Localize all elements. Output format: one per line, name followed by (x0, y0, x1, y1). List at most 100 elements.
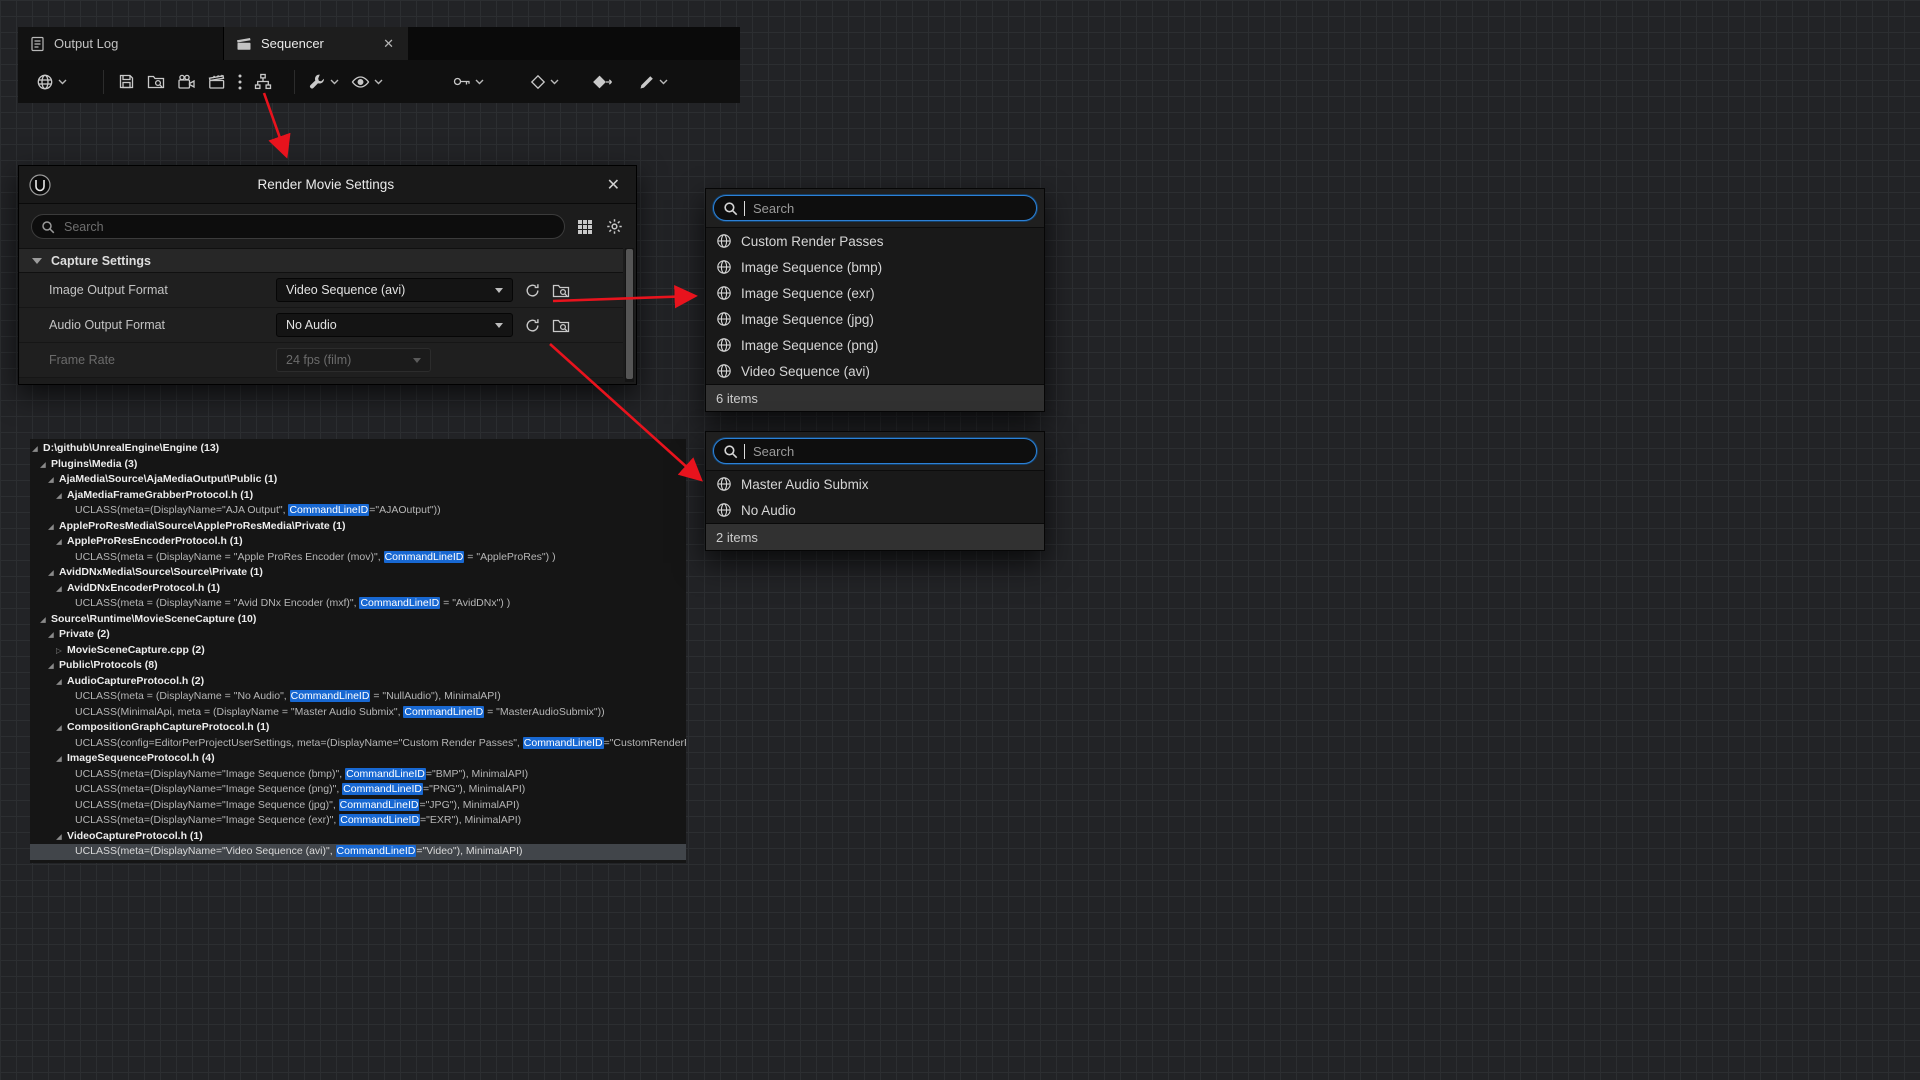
expander-arrow-icon[interactable]: ◢ (32, 441, 43, 457)
search-result-code-line[interactable]: UCLASS(meta=(DisplayName="AJA Output", C… (30, 503, 686, 519)
expander-arrow-icon[interactable]: ◢ (48, 627, 59, 643)
search-result-node[interactable]: ◢CompositionGraphCaptureProtocol.h (1) (30, 720, 686, 736)
expander-arrow-icon[interactable]: ◢ (56, 581, 67, 597)
search-result-code-line[interactable]: UCLASS(meta = (DisplayName = "Avid DNx E… (30, 596, 686, 612)
search-result-node[interactable]: ◢AjaMedia\Source\AjaMediaOutput\Public (… (30, 472, 686, 488)
keying-options-button[interactable] (447, 70, 490, 93)
scrollbar-thumb[interactable] (626, 249, 633, 379)
expander-arrow-icon[interactable]: ◢ (56, 751, 67, 767)
dropdown-option[interactable]: No Audio (706, 497, 1044, 523)
settings-gear-button[interactable] (605, 217, 624, 236)
close-tab-icon[interactable]: ✕ (381, 36, 396, 52)
outliner-button[interactable] (248, 68, 278, 95)
dropdown-option[interactable]: Master Audio Submix (706, 471, 1044, 497)
world-selector-button[interactable] (30, 68, 73, 96)
search-result-code-line[interactable]: UCLASS(MinimalApi, meta = (DisplayName =… (30, 705, 686, 721)
create-camera-button[interactable] (171, 69, 202, 95)
expander-arrow-icon[interactable]: ◢ (48, 472, 59, 488)
search-result-code-line[interactable]: UCLASS(meta = (DisplayName = "Apple ProR… (30, 550, 686, 566)
expander-arrow-icon[interactable]: ◢ (48, 519, 59, 535)
find-in-content-browser-button[interactable] (141, 68, 171, 95)
search-result-node[interactable]: ◢Public\Protocols (8) (30, 658, 686, 674)
search-result-node[interactable]: ◢D:\github\UnrealEngine\Engine (13) (30, 441, 686, 457)
render-movie-button[interactable] (202, 69, 232, 95)
popup-search-input[interactable] (751, 443, 1027, 460)
unreal-logo-icon (29, 174, 51, 196)
settings-button[interactable] (303, 68, 345, 95)
search-result-node[interactable]: ◢ImageSequenceProtocol.h (4) (30, 751, 686, 767)
autokey-options-button[interactable] (524, 69, 565, 95)
search-result-node[interactable]: ◢Plugins\Media (3) (30, 457, 686, 473)
use-selected-asset-button[interactable] (524, 282, 541, 299)
search-result-node[interactable]: ▷MovieSceneCapture.cpp (2) (30, 643, 686, 659)
code-text: ="CustomRenderPasses"), MinimalAPI) (604, 737, 686, 749)
search-result-node[interactable]: ◢Private (2) (30, 627, 686, 643)
search-result-code-line[interactable]: UCLASS(meta=(DisplayName="Image Sequence… (30, 813, 686, 829)
settings-search-field[interactable] (31, 214, 565, 239)
popup-search-row (706, 189, 1044, 228)
capture-settings-section-header[interactable]: Capture Settings (19, 248, 623, 273)
use-selected-asset-button[interactable] (524, 317, 541, 334)
view-options-button[interactable] (345, 70, 389, 94)
expander-arrow-icon[interactable]: ◢ (56, 720, 67, 736)
popup-search-field[interactable] (713, 195, 1037, 221)
expander-arrow-icon[interactable]: ◢ (56, 674, 67, 690)
search-result-node[interactable]: ◢VideoCaptureProtocol.h (1) (30, 829, 686, 845)
search-result-node[interactable]: ◢AudioCaptureProtocol.h (2) (30, 674, 686, 690)
search-result-code-line[interactable]: UCLASS(meta=(DisplayName="Image Sequence… (30, 798, 686, 814)
edit-options-button[interactable] (633, 69, 674, 95)
node-label: AjaMediaFrameGrabberProtocol.h (1) (67, 489, 253, 501)
key-interpolation-button[interactable] (587, 69, 619, 95)
dropdown-option[interactable]: Video Sequence (avi) (706, 358, 1044, 384)
dropdown-value: Video Sequence (avi) (286, 283, 405, 297)
expander-arrow-icon[interactable]: ▷ (56, 643, 67, 659)
expander-arrow-icon[interactable]: ◢ (40, 457, 51, 473)
popup-search-field[interactable] (713, 438, 1037, 464)
search-result-code-line[interactable]: UCLASS(meta = (DisplayName = "No Audio",… (30, 689, 686, 705)
expander-arrow-icon[interactable]: ◢ (40, 612, 51, 628)
search-input[interactable] (62, 219, 555, 235)
search-result-node[interactable]: ◢AjaMediaFrameGrabberProtocol.h (1) (30, 488, 686, 504)
search-result-node[interactable]: ◢AvidDNxMedia\Source\Source\Private (1) (30, 565, 686, 581)
browse-asset-button[interactable] (552, 317, 570, 334)
dropdown-option[interactable]: Image Sequence (png) (706, 332, 1044, 358)
search-result-node[interactable]: ◢Source\Runtime\MovieSceneCapture (10) (30, 612, 686, 628)
browse-asset-button[interactable] (552, 282, 570, 299)
save-button[interactable] (112, 68, 141, 95)
search-result-code-line[interactable]: UCLASS(config=EditorPerProjectUserSettin… (30, 736, 686, 752)
pencil-icon (639, 74, 655, 90)
expander-arrow-icon[interactable]: ◢ (48, 658, 59, 674)
dropdown-option[interactable]: Image Sequence (exr) (706, 280, 1044, 306)
expander-arrow-icon[interactable]: ◢ (56, 534, 67, 550)
expander-arrow-icon[interactable]: ◢ (56, 829, 67, 845)
search-result-code-line[interactable]: UCLASS(meta=(DisplayName="Video Sequence… (30, 844, 686, 860)
search-result-node[interactable]: ◢AppleProResEncoderProtocol.h (1) (30, 534, 686, 550)
render-movie-settings-dialog: Render Movie Settings ✕ Capture Settings… (18, 165, 637, 385)
node-label: MovieSceneCapture.cpp (2) (67, 644, 205, 656)
popup-search-input[interactable] (751, 200, 1027, 217)
grid-view-button[interactable] (576, 218, 594, 236)
search-result-code-line[interactable]: UCLASS(meta=(DisplayName="Image Sequence… (30, 767, 686, 783)
dropdown-option[interactable]: Custom Render Passes (706, 228, 1044, 254)
clapperboard-icon (208, 74, 226, 90)
dropdown-option[interactable]: Image Sequence (bmp) (706, 254, 1044, 280)
tab-sequencer[interactable]: Sequencer ✕ (224, 27, 408, 60)
expander-arrow-icon[interactable]: ◢ (48, 565, 59, 581)
search-result-node[interactable]: ◢AppleProResMedia\Source\AppleProResMedi… (30, 519, 686, 535)
node-label: AppleProResEncoderProtocol.h (1) (67, 535, 243, 547)
dialog-titlebar[interactable]: Render Movie Settings ✕ (19, 166, 636, 204)
tab-output-log[interactable]: Output Log (18, 27, 224, 60)
audio-output-format-dropdown[interactable]: No Audio (276, 313, 513, 337)
expander-arrow-icon[interactable]: ◢ (56, 488, 67, 504)
dropdown-option[interactable]: Image Sequence (jpg) (706, 306, 1044, 332)
image-output-format-dropdown[interactable]: Video Sequence (avi) (276, 278, 513, 302)
close-dialog-button[interactable]: ✕ (601, 175, 626, 195)
search-result-node[interactable]: ◢AvidDNxEncoderProtocol.h (1) (30, 581, 686, 597)
more-options-button[interactable] (232, 69, 248, 95)
search-match-highlight: CommandLineID (384, 551, 465, 563)
popup-footer: 6 items (706, 384, 1044, 411)
search-result-code-line[interactable]: UCLASS(meta=(DisplayName="Image Sequence… (30, 782, 686, 798)
dialog-scrollbar[interactable] (625, 248, 634, 382)
code-text: UCLASS(meta=(DisplayName="Video Sequence… (75, 845, 336, 857)
dropdown-option-label: Image Sequence (jpg) (741, 312, 874, 327)
